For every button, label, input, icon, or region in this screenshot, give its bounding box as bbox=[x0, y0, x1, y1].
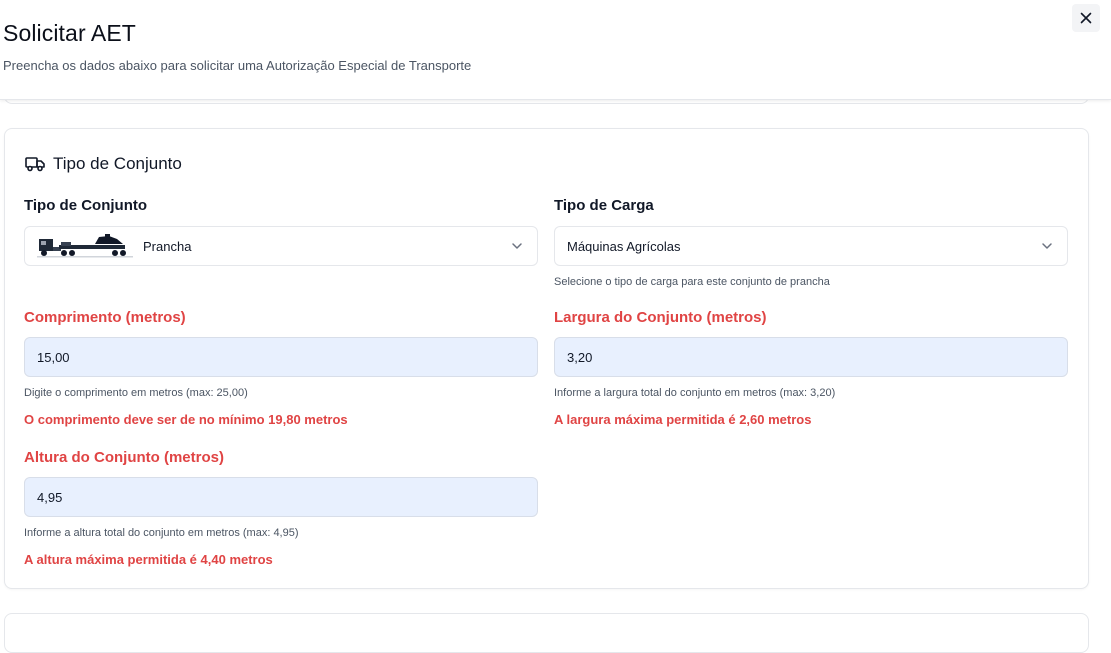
close-icon bbox=[1080, 12, 1092, 24]
tipo-carga-select[interactable]: Máquinas Agrícolas bbox=[554, 226, 1068, 266]
tipo-conjunto-value: Prancha bbox=[143, 238, 192, 254]
dialog-title: Solicitar AET bbox=[3, 20, 136, 46]
section-title: Tipo de Conjunto bbox=[25, 154, 182, 174]
tipo-carga-value: Máquinas Agrícolas bbox=[567, 238, 681, 254]
comprimento-input[interactable] bbox=[24, 337, 538, 377]
tipo-conjunto-select[interactable]: Prancha bbox=[24, 226, 538, 266]
chevron-down-icon bbox=[1042, 243, 1052, 249]
truck-icon bbox=[25, 157, 45, 172]
largura-error: A largura máxima permitida é 2,60 metros bbox=[554, 412, 812, 427]
chevron-down-icon bbox=[512, 243, 522, 249]
tipo-conjunto-label: Tipo de Conjunto bbox=[24, 197, 148, 214]
tipo-conjunto-card: Tipo de Conjunto Tipo de Conjunto Pranch… bbox=[4, 128, 1089, 589]
largura-input[interactable] bbox=[554, 337, 1068, 377]
comprimento-label: Comprimento (metros) bbox=[24, 309, 186, 326]
next-card bbox=[4, 613, 1089, 653]
lowboy-truck-image bbox=[37, 234, 133, 258]
largura-hint: Informe a largura total do conjunto em m… bbox=[554, 387, 836, 399]
largura-label: Largura do Conjunto (metros) bbox=[554, 309, 767, 326]
comprimento-hint: Digite o comprimento em metros (max: 25,… bbox=[24, 387, 248, 399]
close-button[interactable] bbox=[1072, 4, 1100, 32]
altura-input[interactable] bbox=[24, 477, 538, 517]
comprimento-error: O comprimento deve ser de no mínimo 19,8… bbox=[24, 412, 348, 427]
altura-hint: Informe a altura total do conjunto em me… bbox=[24, 527, 299, 539]
altura-label: Altura do Conjunto (metros) bbox=[24, 449, 224, 466]
tipo-carga-label: Tipo de Carga bbox=[554, 197, 654, 214]
tipo-carga-hint: Selecione o tipo de carga para este conj… bbox=[554, 276, 830, 288]
section-title-text: Tipo de Conjunto bbox=[53, 154, 182, 173]
dialog-subtitle: Preencha os dados abaixo para solicitar … bbox=[3, 58, 472, 73]
altura-error: A altura máxima permitida é 4,40 metros bbox=[24, 552, 273, 567]
dialog-header: Solicitar AET Preencha os dados abaixo p… bbox=[0, 0, 1111, 100]
